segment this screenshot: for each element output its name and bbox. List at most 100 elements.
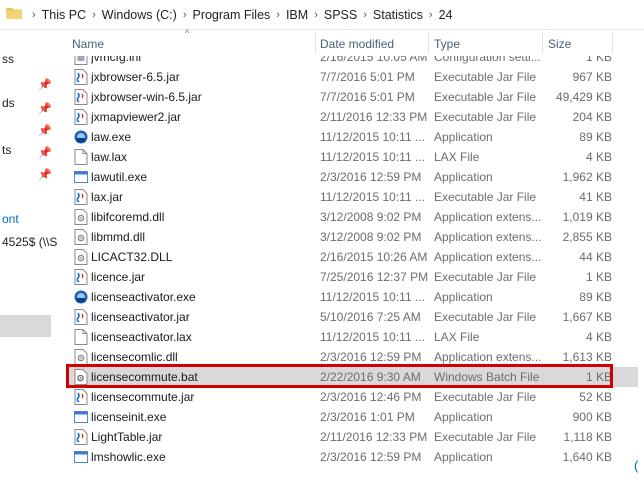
file-date-modified: 2/16/2015 10:26 AM bbox=[320, 250, 428, 264]
file-row[interactable]: jxmapviewer2.jar 2/11/2016 12:33 PM Execut… bbox=[66, 107, 638, 127]
file-date-modified: 2/16/2015 10:05 AM bbox=[320, 56, 428, 64]
address-bar[interactable]: › This PC › Windows (C:) › Program Files… bbox=[0, 0, 644, 30]
file-date-modified: 3/12/2008 9:02 PM bbox=[320, 230, 422, 244]
file-row[interactable]: law.lax 11/12/2015 10:11 ... LAX File 4 KB bbox=[66, 147, 638, 167]
file-type: Application bbox=[434, 130, 493, 144]
file-size: 44 KB bbox=[579, 250, 612, 264]
file-size: 89 KB bbox=[579, 290, 612, 304]
column-header: ^ Name Date modified Type Size bbox=[66, 28, 638, 56]
chevron-right-icon[interactable]: › bbox=[181, 9, 189, 21]
chevron-right-icon[interactable]: › bbox=[90, 9, 98, 21]
file-row[interactable]: LICACT32.DLL 2/16/2015 10:26 AM Applicatio… bbox=[66, 247, 638, 267]
file-type: Configuration setti... bbox=[434, 56, 541, 64]
crumb-ibm[interactable]: IBM bbox=[282, 8, 312, 22]
file-date-modified: 2/3/2016 12:46 PM bbox=[320, 390, 422, 404]
app-window-icon bbox=[74, 169, 88, 185]
file-row[interactable]: licence.jar 7/25/2016 12:37 PM Executable … bbox=[66, 267, 638, 287]
file-name: law.lax bbox=[91, 150, 128, 164]
file-size: 1,019 KB bbox=[562, 210, 612, 224]
file-row[interactable]: law.exe 11/12/2015 10:11 ... Application 89… bbox=[66, 127, 638, 147]
blank-file-icon bbox=[74, 149, 88, 165]
file-row[interactable]: licensecommute.jar 2/3/2016 12:46 PM Execu… bbox=[66, 387, 638, 407]
crumb-spss[interactable]: SPSS bbox=[320, 8, 361, 22]
file-type: Application bbox=[434, 410, 493, 424]
column-size[interactable]: Size bbox=[548, 30, 571, 56]
chevron-right-icon[interactable]: › bbox=[427, 9, 435, 21]
file-date-modified: 2/3/2016 12:59 PM bbox=[320, 170, 422, 184]
crumb-windows-c[interactable]: Windows (C:) bbox=[98, 8, 181, 22]
column-date-modified[interactable]: Date modified bbox=[320, 30, 394, 56]
file-name: jxbrowser-win-6.5.jar bbox=[91, 90, 202, 104]
file-row[interactable]: lmshowlic.exe 2/3/2016 12:59 PM Applicatio… bbox=[66, 447, 638, 467]
file-date-modified: 11/12/2015 10:11 ... bbox=[320, 150, 425, 164]
file-date-modified: 2/11/2016 12:33 PM bbox=[320, 430, 428, 444]
column-type[interactable]: Type bbox=[434, 30, 460, 56]
file-row[interactable]: jxbrowser-6.5.jar 7/7/2016 5:01 PM Executa… bbox=[66, 67, 638, 87]
file-size: 967 KB bbox=[572, 70, 612, 84]
file-row[interactable]: jvmcfg.ini 2/16/2015 10:05 AM Configuratio… bbox=[66, 56, 638, 67]
nav-item-fragment[interactable]: ts bbox=[2, 143, 11, 157]
file-name: libifcoremd.dll bbox=[91, 210, 165, 224]
file-date-modified: 11/12/2015 10:11 ... bbox=[320, 130, 425, 144]
jar-file-icon bbox=[74, 429, 88, 445]
file-size: 1,118 KB bbox=[563, 430, 612, 444]
jar-file-icon bbox=[74, 309, 88, 325]
nav-item-fragment[interactable]: ont bbox=[2, 212, 19, 226]
file-row[interactable]: licenseactivator.exe 11/12/2015 10:11 ...… bbox=[66, 287, 638, 307]
resize-handle: ( bbox=[634, 458, 639, 473]
breadcrumb: › This PC › Windows (C:) › Program Files… bbox=[30, 0, 456, 30]
jar-file-icon bbox=[74, 89, 88, 105]
file-row[interactable]: licenseinit.exe 2/3/2016 1:01 PM Applicati… bbox=[66, 407, 638, 427]
file-type: Application extens... bbox=[434, 230, 541, 244]
file-date-modified: 7/7/2016 5:01 PM bbox=[320, 70, 415, 84]
file-name: jxbrowser-6.5.jar bbox=[91, 70, 180, 84]
file-row[interactable]: licenseactivator.lax 11/12/2015 10:11 ...… bbox=[66, 327, 638, 347]
file-row[interactable]: libmmd.dll 3/12/2008 9:02 PM Application e… bbox=[66, 227, 638, 247]
file-size: 1,667 KB bbox=[562, 310, 612, 324]
file-type: Application bbox=[434, 170, 493, 184]
file-row[interactable]: lax.jar 11/12/2015 10:11 ... Executable Ja… bbox=[66, 187, 638, 207]
file-name: licensecommute.jar bbox=[91, 390, 195, 404]
jar-file-icon bbox=[74, 269, 88, 285]
file-date-modified: 2/11/2016 12:33 PM bbox=[320, 110, 428, 124]
nav-item-fragment[interactable]: ss bbox=[2, 52, 14, 66]
nav-selected-item[interactable] bbox=[0, 315, 51, 337]
file-name: licence.jar bbox=[91, 270, 146, 284]
file-size: 1,640 KB bbox=[562, 450, 612, 464]
file-name: lawutil.exe bbox=[91, 170, 148, 184]
file-row[interactable]: LightTable.jar 2/11/2016 12:33 PM Executab… bbox=[66, 427, 638, 447]
folder-icon bbox=[6, 8, 22, 19]
file-type: Application bbox=[434, 290, 493, 304]
nav-item-network-drive[interactable]: 4525$ (\\S bbox=[2, 235, 57, 249]
crumb-24[interactable]: 24 bbox=[435, 8, 457, 22]
chevron-right-icon[interactable]: › bbox=[30, 9, 38, 21]
chevron-right-icon[interactable]: › bbox=[312, 9, 320, 21]
dll-file-icon bbox=[74, 229, 88, 245]
file-row[interactable]: lawutil.exe 2/3/2016 12:59 PM Application 1… bbox=[66, 167, 638, 187]
nav-item-fragment[interactable]: ds bbox=[2, 96, 15, 110]
file-type: Executable Jar File bbox=[434, 70, 537, 84]
file-row[interactable]: jxbrowser-win-6.5.jar 7/7/2016 5:01 PM Exe… bbox=[66, 87, 638, 107]
file-size: 4 KB bbox=[585, 330, 612, 344]
jar-file-icon bbox=[74, 389, 88, 405]
file-type: Application extens... bbox=[434, 210, 541, 224]
highlight-box bbox=[66, 364, 613, 388]
crumb-program-files[interactable]: Program Files bbox=[188, 8, 274, 22]
file-type: Executable Jar File bbox=[434, 390, 537, 404]
chevron-right-icon[interactable]: › bbox=[274, 9, 282, 21]
file-row[interactable]: libifcoremd.dll 3/12/2008 9:02 PM Applicat… bbox=[66, 207, 638, 227]
chevron-right-icon[interactable]: › bbox=[361, 9, 369, 21]
crumb-this-pc[interactable]: This PC bbox=[38, 8, 90, 22]
file-row[interactable]: licenseactivator.jar 5/10/2016 7:25 AM Exe… bbox=[66, 307, 638, 327]
crumb-statistics[interactable]: Statistics bbox=[369, 8, 427, 22]
file-size: 900 KB bbox=[572, 410, 612, 424]
file-name: LightTable.jar bbox=[91, 430, 163, 444]
file-size: 49,429 KB bbox=[555, 90, 612, 104]
file-name: law.exe bbox=[91, 130, 132, 144]
file-list: jvmcfg.ini 2/16/2015 10:05 AM Configuratio… bbox=[66, 56, 638, 482]
file-name: licenseactivator.exe bbox=[91, 290, 196, 304]
column-name[interactable]: Name bbox=[72, 30, 104, 56]
dll-file-icon bbox=[74, 249, 88, 265]
sort-up-icon: ^ bbox=[185, 28, 190, 38]
file-size: 4 KB bbox=[585, 150, 612, 164]
